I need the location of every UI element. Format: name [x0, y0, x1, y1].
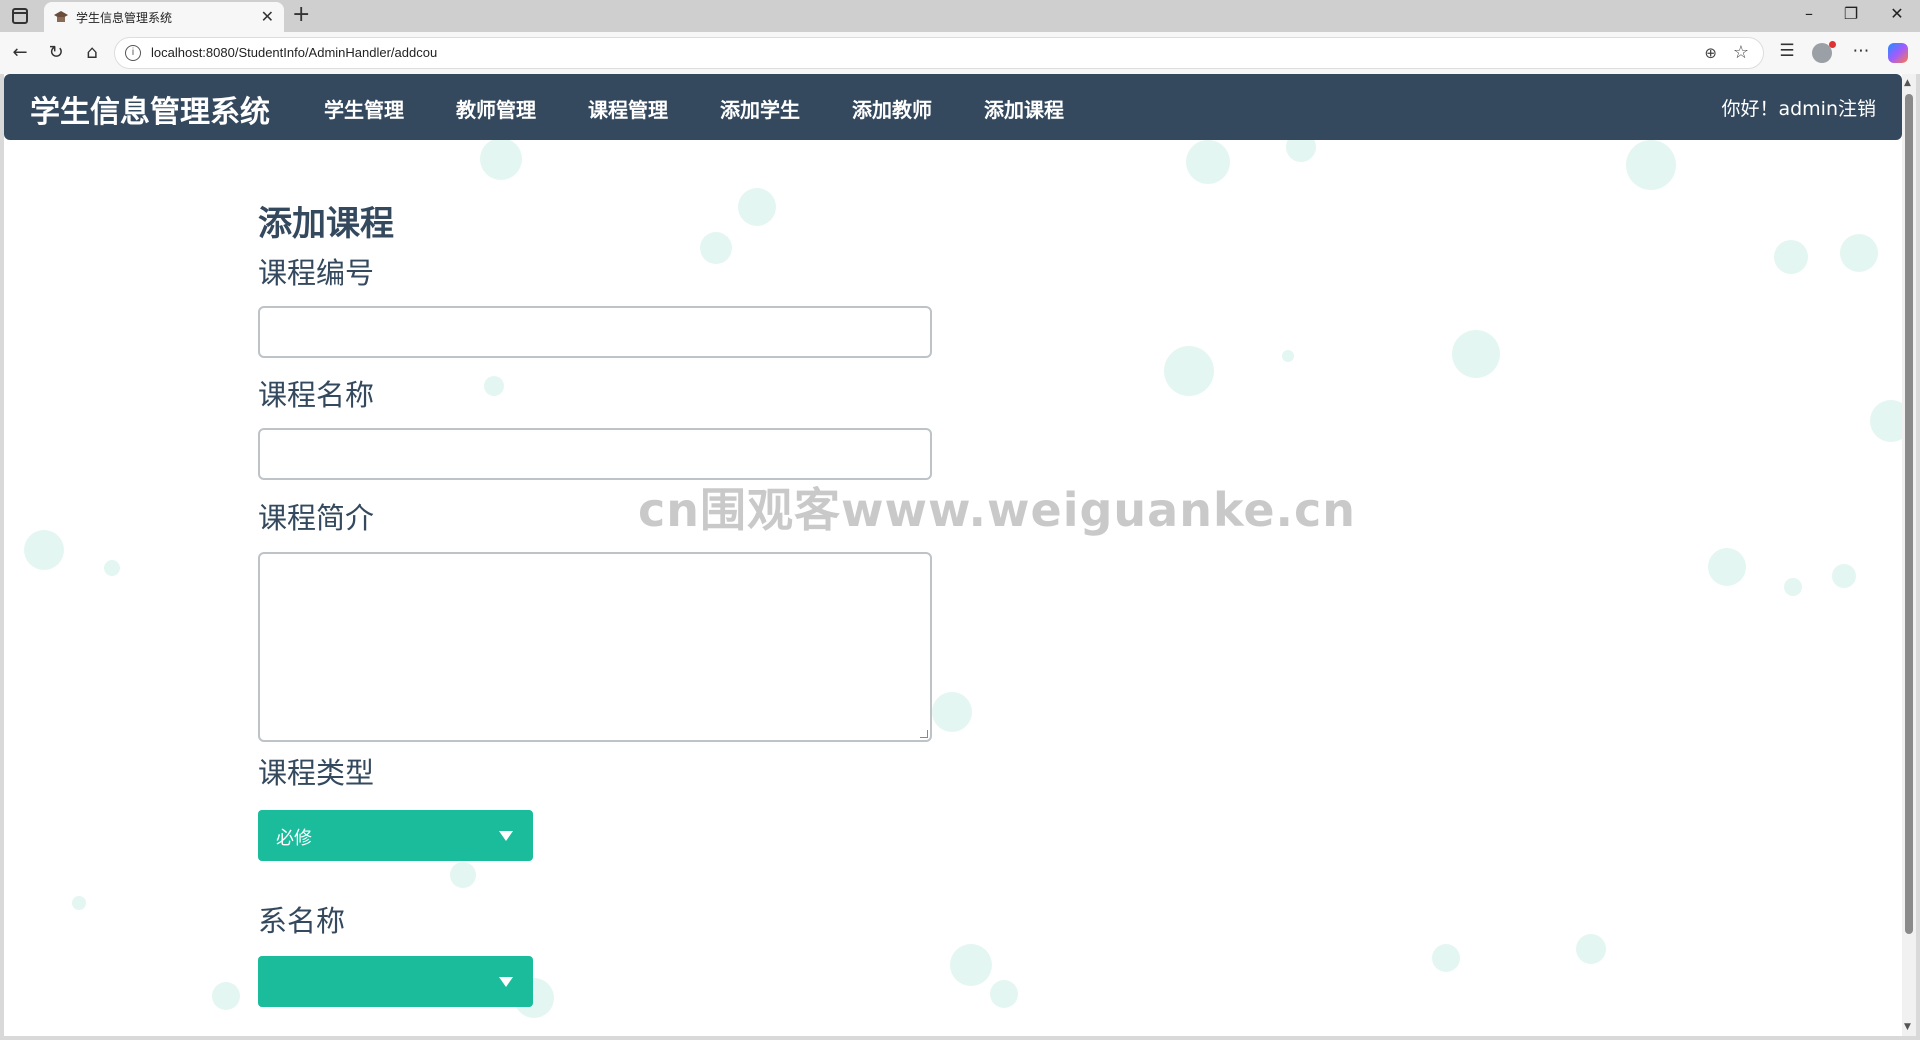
- department-select[interactable]: [258, 956, 533, 1007]
- new-tab-icon[interactable]: +: [292, 2, 310, 27]
- background-bubble: [990, 980, 1018, 1008]
- course-id-input[interactable]: [258, 306, 932, 358]
- reload-icon[interactable]: ↻: [44, 42, 68, 63]
- vertical-scrollbar[interactable]: ▲ ▼: [1902, 74, 1916, 1036]
- background-bubble: [1784, 578, 1802, 596]
- nav-course-manage[interactable]: 课程管理: [588, 94, 668, 123]
- notification-dot: [1829, 41, 1836, 48]
- nav-student-manage[interactable]: 学生管理: [324, 94, 404, 123]
- department-label: 系名称: [258, 904, 346, 938]
- nav-add-course[interactable]: 添加课程: [984, 94, 1064, 123]
- copilot-icon[interactable]: [1888, 43, 1908, 63]
- background-bubble: [1870, 400, 1902, 442]
- close-window-icon[interactable]: ✕: [1882, 4, 1912, 23]
- page-viewport: 学生信息管理系统 学生管理 教师管理 课程管理 添加学生 添加教师 添加课程 你…: [4, 74, 1902, 1036]
- course-type-label: 课程类型: [258, 756, 375, 790]
- browser-toolbar: ← ↻ ⌂ i localhost:8080/StudentInfo/Admin…: [0, 32, 1920, 74]
- nav-add-student[interactable]: 添加学生: [720, 94, 800, 123]
- background-bubble: [104, 560, 120, 576]
- course-name-input[interactable]: [258, 428, 932, 480]
- resize-grip-icon[interactable]: [920, 730, 928, 738]
- background-bubble: [1840, 234, 1878, 272]
- scroll-thumb[interactable]: [1905, 94, 1913, 934]
- background-bubble: [1774, 240, 1808, 274]
- background-bubble: [700, 232, 732, 264]
- background-bubble: [1432, 944, 1460, 972]
- browser-tab-bar: 学生信息管理系统 ✕ + – ❐ ✕: [0, 0, 1920, 32]
- page-title: 添加课程: [258, 204, 394, 244]
- tab-close-icon[interactable]: ✕: [261, 7, 274, 26]
- site-brand[interactable]: 学生信息管理系统: [30, 87, 270, 131]
- background-bubble: [738, 188, 776, 226]
- restore-icon[interactable]: ❐: [1836, 4, 1866, 23]
- tab-title: 学生信息管理系统: [76, 11, 173, 25]
- background-bubble: [1576, 934, 1606, 964]
- minimize-icon[interactable]: –: [1794, 4, 1824, 23]
- scroll-down-icon[interactable]: ▼: [1904, 1022, 1911, 1032]
- back-icon[interactable]: ←: [8, 42, 32, 63]
- tab-actions-icon[interactable]: [12, 8, 28, 24]
- browser-tab[interactable]: 学生信息管理系统 ✕: [44, 2, 284, 32]
- info-icon[interactable]: i: [125, 45, 141, 61]
- course-intro-label: 课程简介: [258, 501, 375, 535]
- background-bubble: [450, 862, 476, 888]
- more-icon[interactable]: ⋯: [1848, 41, 1874, 61]
- caret-down-icon: [499, 977, 513, 987]
- background-bubble: [1282, 350, 1294, 362]
- user-greeting-logout[interactable]: 你好！admin注销: [1721, 94, 1876, 121]
- background-bubble: [1186, 140, 1230, 184]
- favorites-icon[interactable]: ☰: [1774, 41, 1800, 61]
- watermark: cn围观客www.weiguanke.cn: [638, 483, 1357, 537]
- url-text[interactable]: localhost:8080/StudentInfo/AdminHandler/…: [151, 45, 437, 60]
- background-bubble: [72, 896, 86, 910]
- graduation-cap-icon: [54, 11, 68, 22]
- scroll-up-icon[interactable]: ▲: [1904, 78, 1911, 88]
- course-intro-textarea[interactable]: [258, 552, 932, 742]
- course-type-select[interactable]: 必修: [258, 810, 533, 861]
- favorite-star-icon[interactable]: ☆: [1733, 42, 1749, 63]
- background-bubble: [1626, 140, 1676, 190]
- background-bubble: [24, 530, 64, 570]
- background-bubble: [1164, 346, 1214, 396]
- top-navbar: 学生信息管理系统 学生管理 教师管理 课程管理 添加学生 添加教师 添加课程 你…: [4, 74, 1902, 140]
- background-bubble: [932, 692, 972, 732]
- caret-down-icon: [499, 831, 513, 841]
- nav-add-teacher[interactable]: 添加教师: [852, 94, 932, 123]
- background-bubble: [1832, 564, 1856, 588]
- background-bubble: [1452, 330, 1500, 378]
- background-bubble: [950, 944, 992, 986]
- course-type-selected: 必修: [276, 828, 312, 849]
- background-bubble: [480, 138, 522, 180]
- background-bubble: [484, 376, 504, 396]
- nav-teacher-manage[interactable]: 教师管理: [456, 94, 536, 123]
- course-name-label: 课程名称: [258, 378, 375, 412]
- address-bar[interactable]: i localhost:8080/StudentInfo/AdminHandle…: [114, 37, 1764, 69]
- background-bubble: [1708, 548, 1746, 586]
- course-id-label: 课程编号: [258, 256, 375, 290]
- background-bubble: [212, 982, 240, 1010]
- zoom-icon[interactable]: ⊕: [1704, 44, 1717, 62]
- home-icon[interactable]: ⌂: [80, 42, 104, 63]
